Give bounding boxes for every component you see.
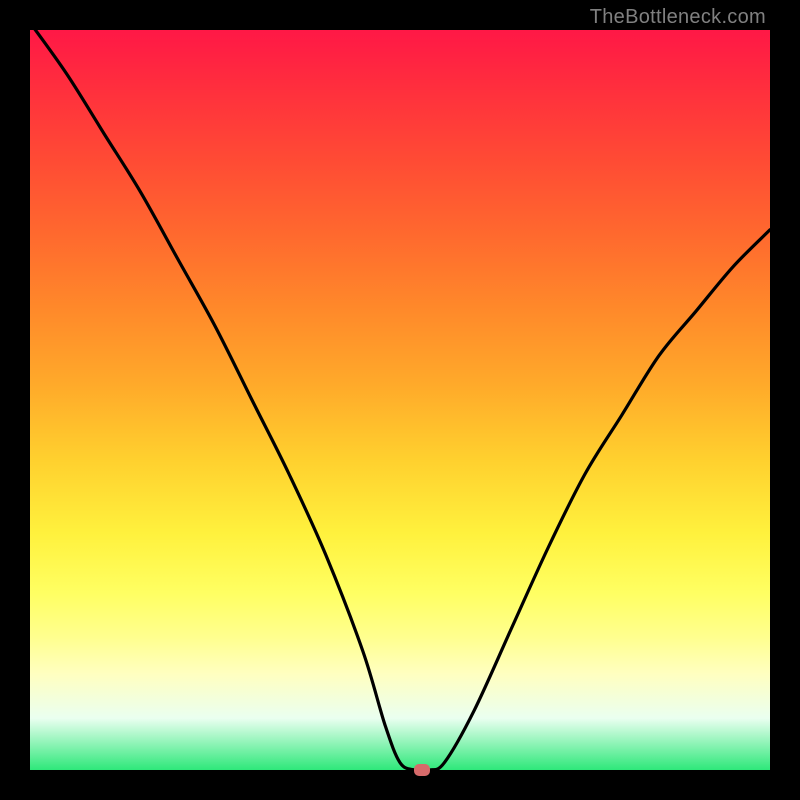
optimum-marker (414, 764, 430, 776)
watermark-text: TheBottleneck.com (590, 6, 766, 29)
chart-plot-area (30, 30, 770, 770)
chart-frame: TheBottleneck.com (0, 0, 800, 800)
